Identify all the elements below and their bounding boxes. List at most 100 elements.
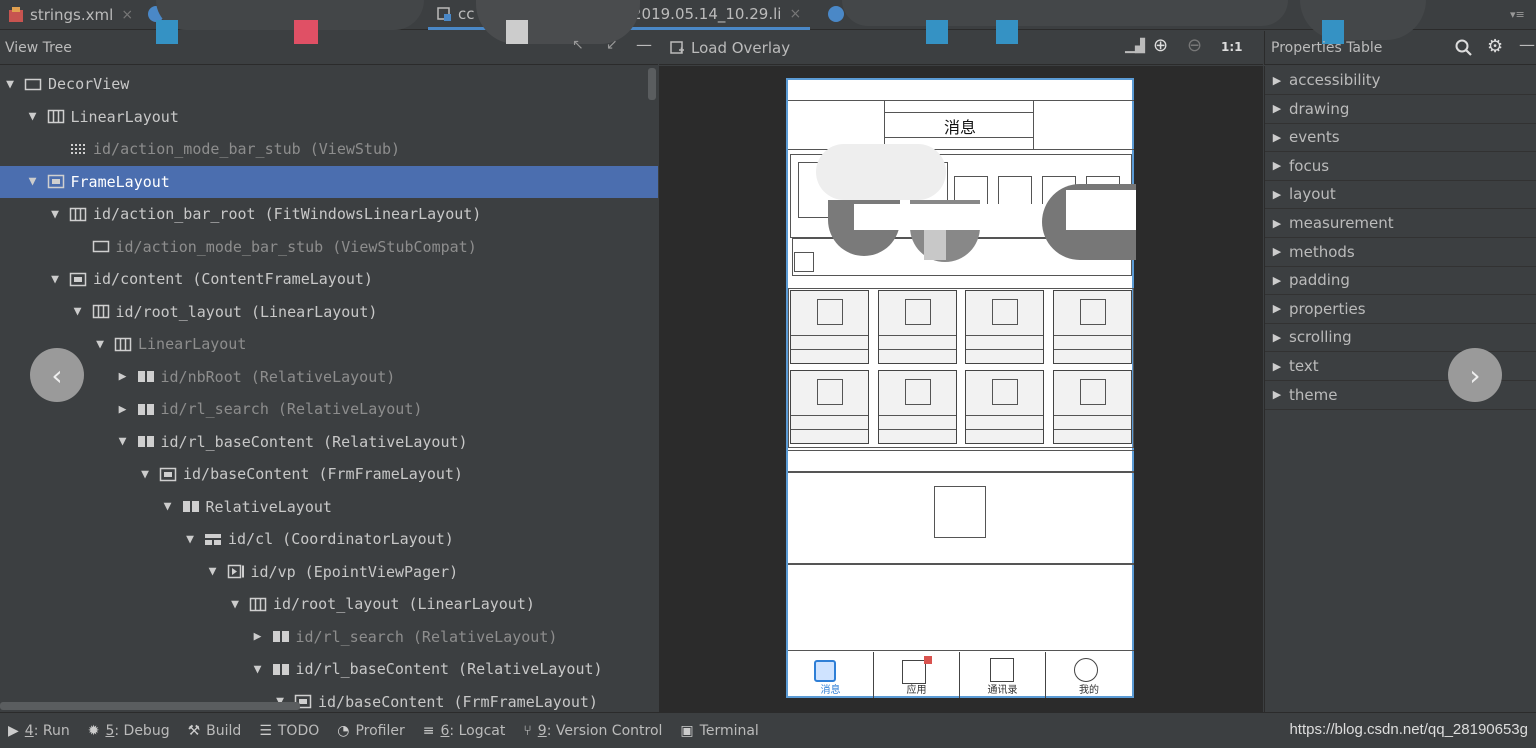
expand-arrow-icon[interactable]: ▶ (1265, 217, 1289, 230)
collapse-arrow-icon[interactable]: ▼ (47, 272, 63, 287)
expand-arrow-icon[interactable]: ▶ (1265, 302, 1289, 315)
property-group-layout[interactable]: ▶ layout (1265, 180, 1536, 210)
close-icon[interactable]: × (789, 6, 801, 22)
collapse-arrow-icon[interactable]: ▼ (182, 532, 198, 547)
collapse-all-icon[interactable]: ↙ (606, 37, 618, 53)
tree-row[interactable]: id/action_mode_bar_stub (ViewStub) (0, 133, 658, 165)
collapse-arrow-icon[interactable]: ▼ (250, 662, 266, 677)
device-screen-wireframe[interactable]: 消息 消息 应用 通讯录 我的 (786, 78, 1136, 698)
zoom-reset-button[interactable]: 1:1 (1221, 40, 1243, 54)
load-overlay-button[interactable]: Load Overlay (691, 39, 790, 57)
expand-arrow-icon[interactable]: ▶ (115, 402, 131, 417)
collapse-arrow-icon[interactable]: ▼ (47, 207, 63, 222)
minimize-icon[interactable]: — (636, 35, 652, 54)
property-group-measurement[interactable]: ▶ measurement (1265, 209, 1536, 238)
tool-terminal[interactable]: ▣ Terminal (680, 723, 758, 739)
tool-label: Terminal (699, 722, 759, 739)
expand-arrow-icon[interactable]: ▶ (1265, 274, 1289, 287)
tool-run[interactable]: ▶ 4: Run (8, 723, 70, 739)
tree-row[interactable]: ▼ RelativeLayout (0, 491, 658, 523)
nav-item-apps[interactable]: 应用 (874, 652, 960, 698)
vertical-scrollbar[interactable] (648, 68, 656, 100)
tree-row[interactable]: ▼ LinearLayout (0, 328, 658, 360)
tool-todo[interactable]: ☰ TODO (259, 723, 319, 739)
tree-row[interactable]: ▼ id/root_layout (LinearLayout) (0, 588, 658, 620)
app-grid-cell (965, 290, 1044, 364)
expand-arrow-icon[interactable]: ▶ (250, 629, 266, 644)
search-icon[interactable] (1455, 39, 1473, 57)
collapse-arrow-icon[interactable]: ▼ (70, 304, 86, 319)
nav-item-me[interactable]: 我的 (1046, 652, 1132, 698)
tree-row[interactable]: ▶ id/rl_search (RelativeLayout) (0, 393, 658, 425)
collapse-arrow-icon[interactable]: ▼ (115, 434, 131, 449)
stub-icon (71, 143, 85, 154)
expand-arrow-icon[interactable]: ▶ (1265, 360, 1289, 373)
collapse-arrow-icon[interactable]: ▼ (25, 109, 41, 124)
tree-row[interactable]: ▼ id/root_layout (LinearLayout) (0, 296, 658, 328)
nav-item-contacts[interactable]: 通讯录 (960, 652, 1046, 698)
horizontal-scrollbar[interactable] (0, 702, 300, 710)
property-group-accessibility[interactable]: ▶ accessibility (1265, 66, 1536, 95)
tree-row[interactable]: ▼ id/content (ContentFrameLayout) (0, 263, 658, 295)
tool-debug[interactable]: ✹ 5: Debug (88, 723, 170, 739)
tree-row[interactable]: ▼ id/rl_baseContent (RelativeLayout) (0, 426, 658, 458)
property-group-focus[interactable]: ▶ focus (1265, 152, 1536, 181)
collapse-arrow-icon[interactable]: ▼ (160, 499, 176, 514)
expand-arrow-icon[interactable]: ▶ (1265, 131, 1289, 144)
tree-row[interactable]: id/action_mode_bar_stub (ViewStubCompat) (0, 231, 658, 263)
property-group-properties[interactable]: ▶ properties (1265, 295, 1536, 324)
tool-profiler[interactable]: ◔ Profiler (337, 723, 405, 739)
collapse-arrow-icon[interactable]: ▼ (25, 174, 41, 189)
expand-arrow-icon[interactable]: ▶ (1265, 102, 1289, 115)
tool-vcs[interactable]: ⑂ 9: Version Control (523, 723, 662, 739)
expand-arrow-icon[interactable]: ▶ (1265, 245, 1289, 258)
layout-capture-icon (437, 6, 451, 21)
tree-row-label: id/baseContent (FrmFrameLayout) (318, 692, 598, 711)
tab-list-icon[interactable]: ▾≡ (1510, 8, 1525, 21)
tree-row[interactable]: ▶ id/nbRoot (RelativeLayout) (0, 361, 658, 393)
tree-row-label: LinearLayout (138, 335, 247, 353)
zoom-out-icon[interactable]: ⊖ (1187, 35, 1202, 56)
tool-label: Build (206, 722, 242, 739)
tree-row[interactable]: ▼ id/vp (EpointViewPager) (0, 556, 658, 588)
property-group-label: measurement (1289, 214, 1394, 232)
previous-arrow-button[interactable]: ‹ (30, 348, 84, 402)
expand-arrow-icon[interactable]: ▶ (1265, 331, 1289, 344)
expand-arrow-icon[interactable]: ▶ (1265, 388, 1289, 401)
tree-row[interactable]: ▼ id/rl_baseContent (RelativeLayout) (0, 653, 658, 685)
close-icon[interactable]: × (121, 7, 133, 23)
property-group-scrolling[interactable]: ▶ scrolling (1265, 323, 1536, 353)
property-group-methods[interactable]: ▶ methods (1265, 238, 1536, 267)
expand-all-icon[interactable]: ↖ (572, 37, 584, 53)
load-overlay-icon (670, 40, 684, 54)
collapse-arrow-icon[interactable]: ▼ (2, 77, 18, 92)
tree-row[interactable]: ▼ id/cl (CoordinatorLayout) (0, 523, 658, 555)
zoom-in-icon[interactable]: ⊕ (1153, 35, 1168, 56)
property-group-drawing[interactable]: ▶ drawing (1265, 95, 1536, 124)
expand-arrow-icon[interactable]: ▶ (1265, 74, 1289, 87)
tree-row[interactable]: ▼ FrameLayout (0, 165, 658, 198)
expand-arrow-icon[interactable]: ▶ (115, 369, 131, 384)
tool-build[interactable]: ⚒ Build (188, 723, 242, 739)
tab-strings-xml[interactable]: strings.xml × (8, 0, 133, 30)
property-group-events[interactable]: ▶ events (1265, 123, 1536, 153)
collapse-arrow-icon[interactable]: ▼ (137, 467, 153, 482)
overlay-opacity-icon[interactable]: ▁▟ (1125, 39, 1145, 54)
collapse-arrow-icon[interactable]: ▼ (227, 597, 243, 612)
collapse-arrow-icon[interactable]: ▼ (92, 337, 108, 352)
run-icon: ▶ (8, 722, 19, 739)
collapse-arrow-icon[interactable]: ▼ (205, 564, 221, 579)
minimize-icon[interactable]: — (1519, 35, 1535, 54)
tree-row[interactable]: ▼ LinearLayout (0, 101, 658, 133)
tree-row[interactable]: ▼ DecorView (0, 68, 658, 100)
tree-row[interactable]: ▶ id/rl_search (RelativeLayout) (0, 621, 658, 653)
tree-row[interactable]: ▼ id/baseContent (FrmFrameLayout) (0, 458, 658, 490)
property-group-padding[interactable]: ▶ padding (1265, 266, 1536, 296)
next-arrow-button[interactable]: › (1448, 348, 1502, 402)
nav-item-messages[interactable]: 消息 (788, 652, 874, 698)
expand-arrow-icon[interactable]: ▶ (1265, 188, 1289, 201)
expand-arrow-icon[interactable]: ▶ (1265, 159, 1289, 172)
tool-logcat[interactable]: ≡ 6: Logcat (423, 723, 506, 739)
gear-icon[interactable]: ⚙ (1487, 36, 1503, 57)
tree-row[interactable]: ▼ id/action_bar_root (FitWindowsLinearLay… (0, 198, 658, 230)
